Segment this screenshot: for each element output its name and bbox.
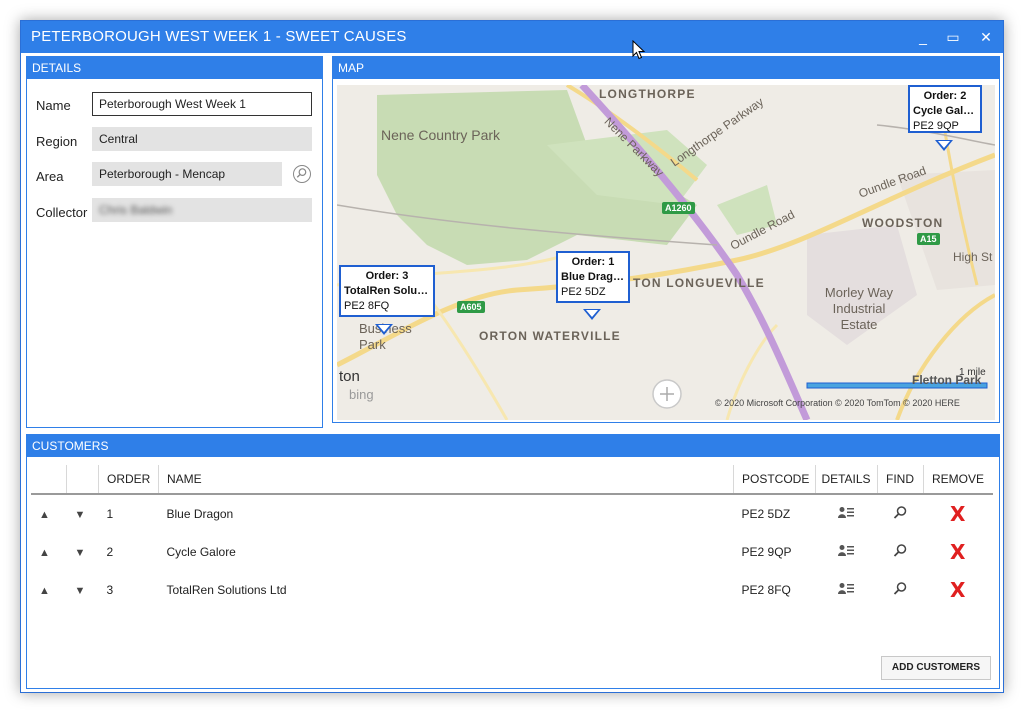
pin-postcode: PE2 8FQ	[344, 300, 390, 312]
details-panel: DETAILS Name Peterborough West Week 1 Re…	[26, 56, 323, 428]
col-postcode[interactable]: POSTCODE	[733, 465, 816, 495]
pin-order: Order: 2	[923, 90, 967, 102]
customers-panel: CUSTOMERS ORDER NAME POSTCODE DETAILS FI…	[26, 434, 1000, 689]
map-label-orton-waterville: ORTON WATERVILLE	[479, 329, 621, 343]
pin-postcode: PE2 5DZ	[561, 286, 606, 298]
row-postcode: PE2 5DZ	[741, 507, 791, 521]
collector-label: Collector	[36, 205, 88, 220]
map-pin-callout-2[interactable]: Order: 2 Cycle Galore PE2 9QP	[908, 85, 982, 133]
row-postcode: PE2 9QP	[741, 545, 792, 559]
move-down-button[interactable]: ▼	[75, 547, 86, 559]
pin-order: Order: 1	[571, 256, 615, 268]
move-down-button[interactable]: ▼	[75, 585, 86, 597]
map-copyright: © 2020 Microsoft Corporation © 2020 TomT…	[715, 398, 960, 408]
col-remove: REMOVE	[923, 465, 993, 495]
col-move-up	[31, 465, 67, 495]
map-label-woodston: WOODSTON	[862, 216, 944, 230]
map-pin-marker-1[interactable]	[583, 309, 601, 320]
map-header: MAP	[333, 57, 999, 79]
road-badge-a1260: A1260	[662, 202, 695, 214]
customer-details-icon[interactable]	[838, 506, 854, 523]
window-title: PETERBOROUGH WEST WEEK 1 - SWEET CAUSES	[31, 28, 407, 45]
title-bar[interactable]: PETERBOROUGH WEST WEEK 1 - SWEET CAUSES …	[21, 21, 1003, 53]
map-pin-marker-3[interactable]	[375, 324, 393, 335]
road-badge-a605: A605	[457, 301, 485, 313]
col-name[interactable]: NAME	[158, 465, 734, 495]
bing-logo: bing	[349, 387, 374, 402]
collector-value: Chris Baldwin	[99, 203, 173, 217]
app-window: PETERBOROUGH WEST WEEK 1 - SWEET CAUSES …	[20, 20, 1004, 693]
mouse-cursor-icon	[632, 40, 646, 60]
table-row[interactable]: ▲ ▼ 3 TotalRen Solutions Ltd PE2 8FQ X	[31, 571, 993, 609]
map-label-orton-longueville: TON LONGUEVILLE	[633, 276, 765, 290]
map-label-morley-way: Morley Way Industrial Estate	[824, 285, 894, 332]
customers-table: ORDER NAME POSTCODE DETAILS FIND REMOVE …	[31, 465, 993, 609]
pin-order: Order: 3	[365, 270, 409, 282]
name-label: Name	[36, 98, 71, 113]
table-header-row: ORDER NAME POSTCODE DETAILS FIND REMOVE	[31, 465, 993, 495]
map-label-ton: ton	[339, 368, 360, 385]
col-order[interactable]: ORDER	[98, 465, 159, 495]
close-button[interactable]: ✕	[971, 23, 1001, 51]
find-icon[interactable]	[892, 505, 908, 524]
map-pin-callout-3[interactable]: Order: 3 TotalRen Soluti... PE2 8FQ	[339, 265, 435, 317]
maximize-button[interactable]: ▭	[938, 23, 968, 51]
row-name: Cycle Galore	[166, 545, 236, 559]
row-name: TotalRen Solutions Ltd	[166, 583, 287, 597]
map-label-nene-country-park: Nene Country Park	[381, 127, 501, 143]
customer-details-icon[interactable]	[838, 544, 854, 561]
map-label-fletton: Fletton Park	[912, 373, 982, 387]
remove-button[interactable]: X	[950, 502, 965, 526]
table-row[interactable]: ▲ ▼ 1 Blue Dragon PE2 5DZ X	[31, 494, 993, 533]
pin-name: TotalRen Soluti...	[344, 285, 430, 297]
region-field: Central	[92, 127, 312, 151]
map-label-high-st: High St	[953, 250, 993, 264]
col-move-down	[66, 465, 99, 495]
pin-name: Cycle Galore	[913, 105, 977, 117]
map-panel: MAP LONGTHORPE Nene Country Park Nene Pa…	[332, 56, 1000, 423]
area-search-icon[interactable]	[293, 165, 311, 183]
move-up-button[interactable]: ▲	[39, 509, 50, 521]
remove-button[interactable]: X	[950, 540, 965, 564]
collector-field: Chris Baldwin	[92, 198, 312, 222]
find-icon[interactable]	[892, 543, 908, 562]
area-field: Peterborough - Mencap	[92, 162, 282, 186]
map-pin-marker-2[interactable]	[935, 140, 953, 151]
minimize-button[interactable]: _	[908, 23, 938, 51]
row-order: 2	[106, 545, 114, 559]
customer-details-icon[interactable]	[838, 582, 854, 599]
row-postcode: PE2 8FQ	[741, 583, 791, 597]
remove-button[interactable]: X	[950, 578, 965, 602]
move-up-button[interactable]: ▲	[39, 547, 50, 559]
row-order: 3	[106, 583, 114, 597]
col-details: DETAILS	[815, 465, 878, 495]
details-header: DETAILS	[27, 57, 322, 79]
map-canvas[interactable]: LONGTHORPE Nene Country Park Nene Parkwa…	[337, 85, 995, 420]
col-find: FIND	[877, 465, 924, 495]
road-badge-a15: A15	[917, 233, 940, 245]
pin-postcode: PE2 9QP	[913, 120, 959, 132]
row-order: 1	[106, 507, 114, 521]
table-row[interactable]: ▲ ▼ 2 Cycle Galore PE2 9QP X	[31, 533, 993, 571]
customers-header: CUSTOMERS	[27, 435, 999, 457]
map-label-longthorpe: LONGTHORPE	[599, 87, 696, 101]
find-icon[interactable]	[892, 581, 908, 600]
map-pin-callout-1[interactable]: Order: 1 Blue Dragon PE2 5DZ	[556, 251, 630, 303]
row-name: Blue Dragon	[166, 507, 234, 521]
add-customers-button[interactable]: ADD CUSTOMERS	[881, 656, 991, 680]
name-field[interactable]: Peterborough West Week 1	[92, 92, 312, 116]
move-up-button[interactable]: ▲	[39, 585, 50, 597]
area-label: Area	[36, 169, 64, 184]
pin-name: Blue Dragon	[561, 271, 625, 283]
move-down-button[interactable]: ▼	[75, 509, 86, 521]
region-label: Region	[36, 134, 78, 149]
